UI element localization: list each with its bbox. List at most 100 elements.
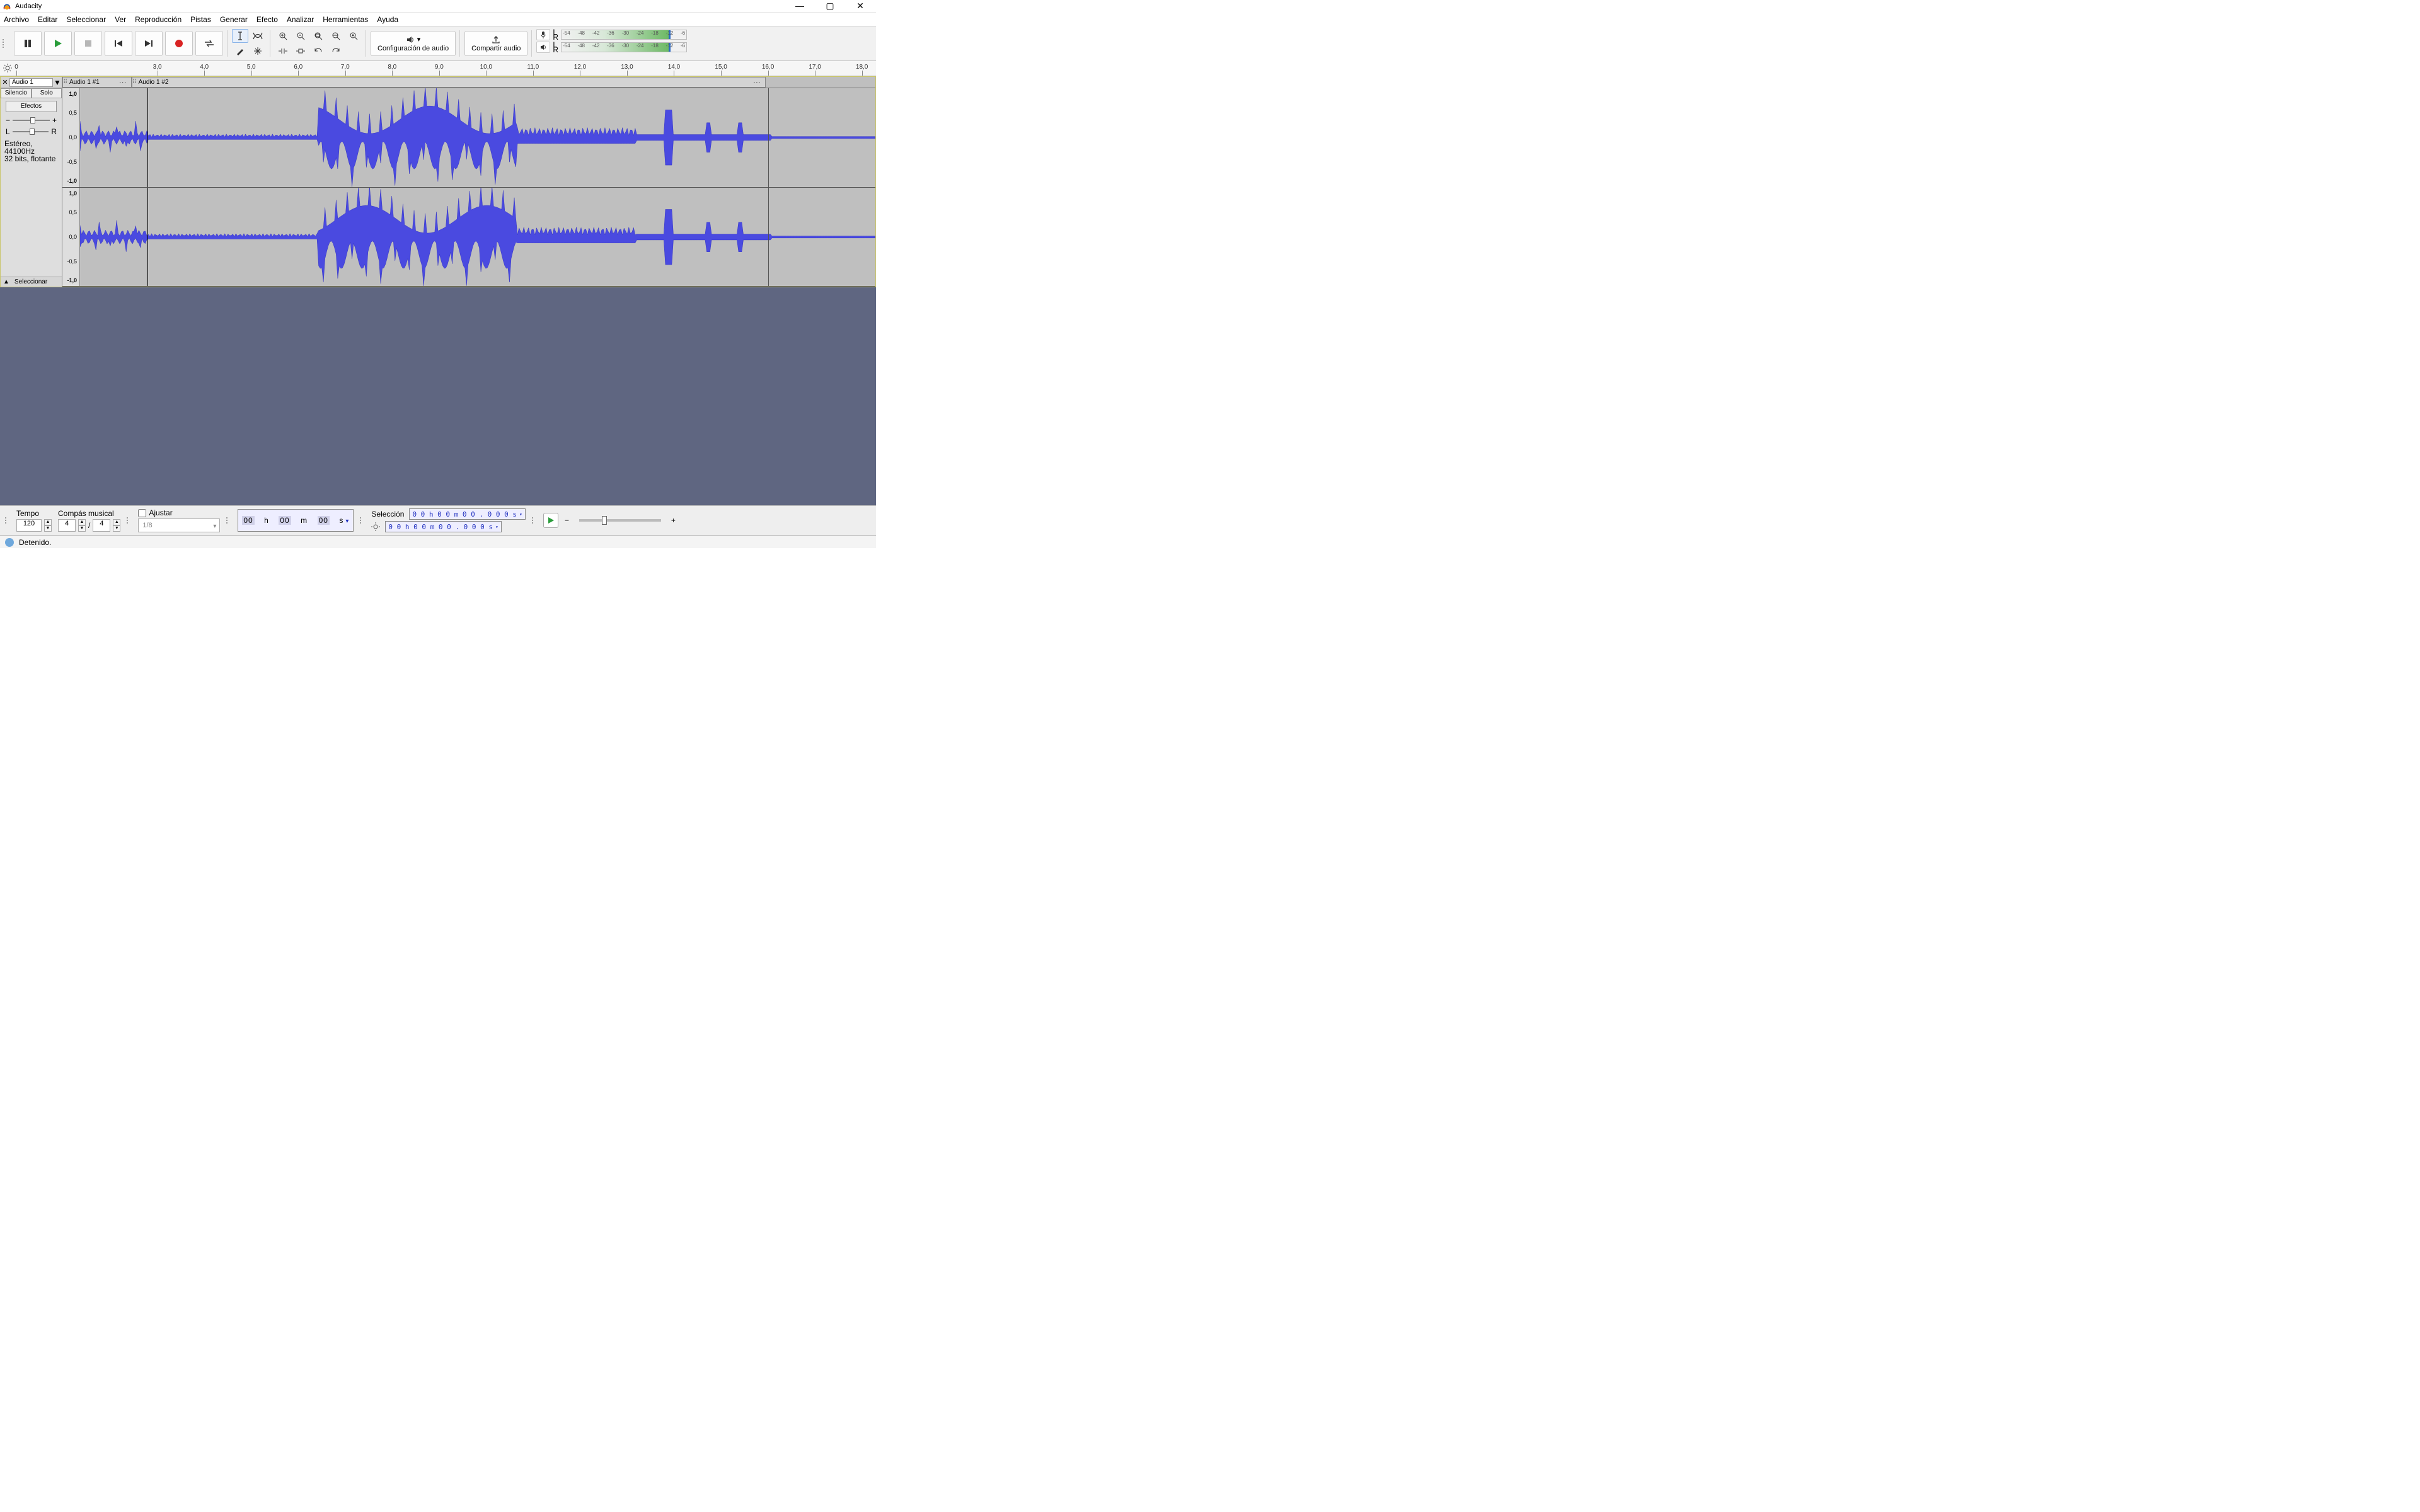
menu-ver[interactable]: Ver [115,15,126,24]
menu-efecto[interactable]: Efecto [256,15,278,24]
waveform-right[interactable] [80,188,875,287]
toolbar-grip[interactable] [532,508,536,532]
menu-reproduccion[interactable]: Reproducción [135,15,182,24]
tempo-label: Tempo [16,509,52,518]
title-bar: Audacity — ▢ ✕ [0,0,876,13]
playback-meter[interactable]: -54-48-42-36-30-24-18-12-6 [561,42,687,52]
snap-combo[interactable]: 1/8 [138,518,220,532]
selection-end-input[interactable]: 0 0 h 0 0 m 0 0 . 0 0 0 s [385,521,501,532]
clip-menu-button[interactable]: ⋯ [115,78,131,87]
vertical-scale: 1,00,50,0-0,5-1,0 [62,188,80,287]
close-button[interactable]: ✕ [851,1,870,11]
playback-speed-slider[interactable] [579,519,661,522]
effects-button[interactable]: Efectos [6,101,57,112]
toolbar-grip[interactable] [360,508,364,532]
skip-start-button[interactable] [105,31,132,56]
app-title: Audacity [15,3,42,10]
speed-minus: − [565,516,569,525]
menu-archivo[interactable]: Archivo [4,15,29,24]
track-waveform-area[interactable]: ⠿Audio 1 #1⋯ ⠿Audio 1 #2⋯ 1,00,50,0-0,5-… [62,77,875,287]
meter-ticks: -54-48-42-36-30-24-18-12-6 [562,30,686,39]
meter-lr-label: LR [553,30,558,40]
menu-editar[interactable]: Editar [38,15,57,24]
pause-button[interactable] [14,31,42,56]
trim-button[interactable] [275,44,291,58]
menu-seleccionar[interactable]: Seleccionar [66,15,106,24]
tempo-spinner[interactable]: ▲▼ [44,519,52,532]
share-audio-button[interactable]: Compartir audio [464,31,527,56]
clip-bar: ⠿Audio 1 #1⋯ ⠿Audio 1 #2⋯ [62,77,875,88]
skip-end-button[interactable] [135,31,163,56]
menu-analizar[interactable]: Analizar [287,15,314,24]
timeline-settings-icon[interactable] [3,63,13,73]
fit-project-button[interactable] [328,29,344,43]
meters-group: LR -54-48-42-36-30-24-18-12-6 LR -54-48-… [534,28,689,59]
tempo-input[interactable]: 120 [16,519,42,532]
redo-button[interactable] [328,44,344,58]
waveform-left[interactable] [80,88,875,187]
pan-slider[interactable]: LR [6,127,57,136]
maximize-button[interactable]: ▢ [821,1,839,11]
undo-button[interactable] [310,44,326,58]
silence-button[interactable] [292,44,309,58]
toolbar-grip[interactable] [127,508,130,532]
main-toolbar: ▾ Configuración de audio Compartir audio… [0,26,876,61]
menu-pistas[interactable]: Pistas [190,15,211,24]
stop-button[interactable] [74,31,102,56]
toolbar-grip[interactable] [3,28,6,59]
playback-meter-button[interactable] [536,42,550,53]
fit-selection-button[interactable] [310,29,326,43]
clip-menu-button[interactable]: ⋯ [749,78,765,87]
draw-tool[interactable] [232,44,248,58]
speed-plus: + [671,516,676,525]
timesig-lower-input[interactable]: 4 [93,519,110,532]
clip-1[interactable]: ⠿Audio 1 #1⋯ [62,77,132,88]
track-control-panel: ✕ Audio 1 ▼ Silencio Solo Efectos −+ LR … [1,77,62,287]
menu-generar[interactable]: Generar [220,15,248,24]
track-collapse-button[interactable]: ▲ [1,278,12,285]
track-name-field[interactable]: Audio 1 [9,78,53,87]
bottom-toolbars: Tempo 120 ▲▼ Compás musical 4 ▲▼ / 4 ▲▼ … [0,505,876,548]
timeline-ruler[interactable]: 03,04,05,06,07,08,09,010,011,012,013,014… [0,61,876,76]
zoom-toggle-button[interactable] [345,29,362,43]
solo-button[interactable]: Solo [32,88,62,98]
play-at-speed-button[interactable] [543,513,558,528]
selection-start-input[interactable]: 0 0 h 0 0 m 0 0 . 0 0 0 s [409,508,525,520]
zoom-out-button[interactable] [292,29,309,43]
toolbar-grip[interactable] [5,508,9,532]
multi-tool[interactable] [250,44,266,58]
timesig-lower-spinner[interactable]: ▲▼ [113,519,120,532]
menu-ayuda[interactable]: Ayuda [377,15,398,24]
timesig-upper-spinner[interactable]: ▲▼ [78,519,86,532]
snap-checkbox[interactable] [138,509,146,517]
track-select-button[interactable]: Seleccionar [12,278,50,285]
meter-lr-label: LR [553,42,558,52]
gain-slider[interactable]: −+ [6,116,57,125]
selection-tool[interactable] [232,29,248,43]
minimize-button[interactable]: — [790,1,809,11]
envelope-tool[interactable] [250,29,266,43]
zoom-in-button[interactable] [275,29,291,43]
share-group: Compartir audio [462,28,530,59]
menu-herramientas[interactable]: Herramientas [323,15,368,24]
play-button[interactable] [44,31,72,56]
loop-button[interactable] [195,31,223,56]
audio-setup-button[interactable]: ▾ Configuración de audio [371,31,456,56]
edit-tool-group [229,28,268,59]
time-display[interactable]: 00 h 00 m 00 s [238,509,354,532]
toolbar-grip[interactable] [226,508,230,532]
track-menu-button[interactable]: ▼ [53,78,62,87]
meter-ticks: -54-48-42-36-30-24-18-12-6 [562,43,686,52]
track-close-button[interactable]: ✕ [1,78,9,86]
audio-track: ✕ Audio 1 ▼ Silencio Solo Efectos −+ LR … [0,76,876,287]
timesig-upper-input[interactable]: 4 [58,519,76,532]
app-logo-icon [3,2,11,11]
record-button[interactable] [165,31,193,56]
time-signature-label: Compás musical [58,509,120,518]
settings-icon[interactable] [371,522,380,531]
record-meter-button[interactable] [536,29,550,40]
record-meter[interactable]: -54-48-42-36-30-24-18-12-6 [561,30,687,40]
clip-2[interactable]: ⠿Audio 1 #2⋯ [132,77,766,88]
share-icon [492,35,500,44]
mute-button[interactable]: Silencio [1,88,32,98]
